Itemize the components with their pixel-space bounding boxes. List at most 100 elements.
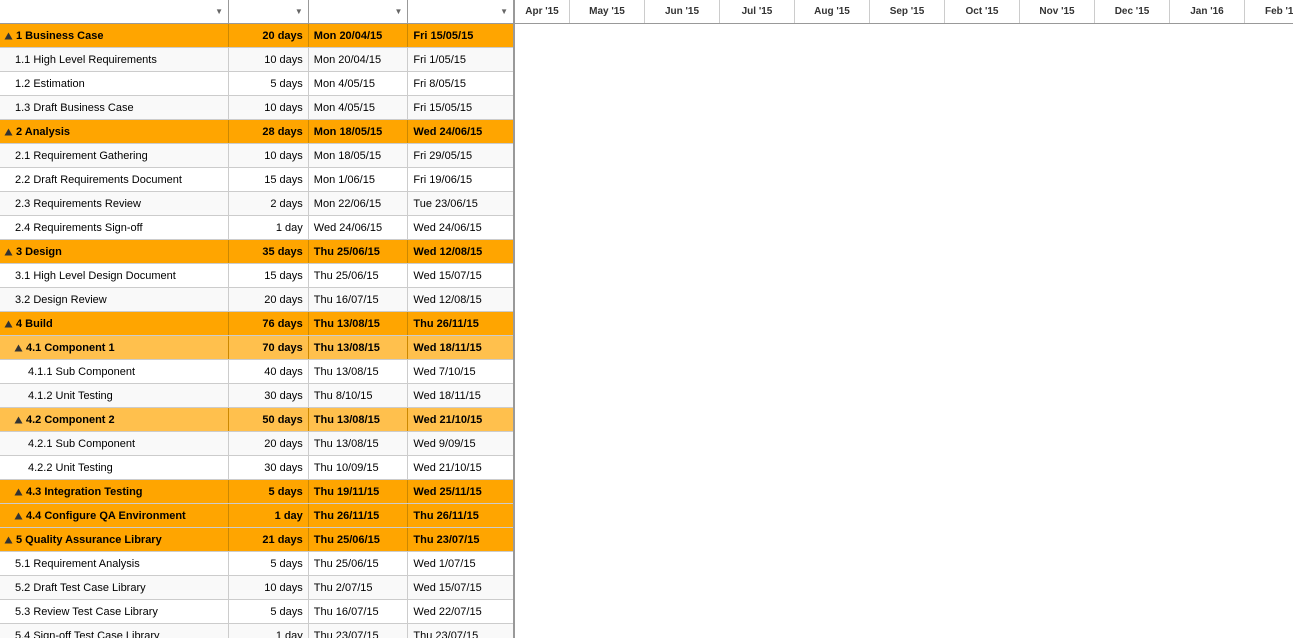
- month-header: Dec '15: [1095, 0, 1170, 23]
- table-section: ▼ ▼ ▼ ▼ 1 Business Case 20 days Mon 20/0…: [0, 0, 515, 638]
- table-row[interactable]: 4.1 Component 1 70 days Thu 13/08/15 Wed…: [0, 336, 513, 360]
- table-row[interactable]: 1.2 Estimation 5 days Mon 4/05/15 Fri 8/…: [0, 72, 513, 96]
- table-row[interactable]: 1.3 Draft Business Case 10 days Mon 4/05…: [0, 96, 513, 120]
- cell-duration: 20 days: [229, 24, 309, 47]
- month-header: Jun '15: [645, 0, 720, 23]
- cell-finish: Tue 23/06/15: [408, 192, 513, 215]
- cell-task: 4.1.2 Unit Testing: [0, 384, 229, 407]
- cell-start: Thu 13/08/15: [309, 336, 409, 359]
- cell-task: 1.3 Draft Business Case: [0, 96, 229, 119]
- table-row[interactable]: 5.1 Requirement Analysis 5 days Thu 25/0…: [0, 552, 513, 576]
- cell-finish: Wed 18/11/15: [408, 384, 513, 407]
- table-row[interactable]: 5 Quality Assurance Library 21 days Thu …: [0, 528, 513, 552]
- cell-finish: Wed 15/07/15: [408, 576, 513, 599]
- cell-start: Thu 16/07/15: [309, 600, 409, 623]
- cell-start: Thu 13/08/15: [309, 312, 409, 335]
- table-row[interactable]: 4.2.1 Sub Component 20 days Thu 13/08/15…: [0, 432, 513, 456]
- cell-duration: 70 days: [229, 336, 309, 359]
- cell-task: 2.2 Draft Requirements Document: [0, 168, 229, 191]
- month-header: Nov '15: [1020, 0, 1095, 23]
- table-row[interactable]: 2.3 Requirements Review 2 days Mon 22/06…: [0, 192, 513, 216]
- cell-start: Mon 1/06/15: [309, 168, 409, 191]
- cell-duration: 5 days: [229, 552, 309, 575]
- cell-task: 4.2.2 Unit Testing: [0, 456, 229, 479]
- cell-task: 4.2 Component 2: [0, 408, 229, 431]
- table-row[interactable]: 4.2 Component 2 50 days Thu 13/08/15 Wed…: [0, 408, 513, 432]
- cell-task: 5.1 Requirement Analysis: [0, 552, 229, 575]
- cell-duration: 15 days: [229, 168, 309, 191]
- cell-task: 2.4 Requirements Sign-off: [0, 216, 229, 239]
- duration-sort-icon[interactable]: ▼: [295, 7, 303, 16]
- cell-finish: Fri 8/05/15: [408, 72, 513, 95]
- table-row[interactable]: 3.2 Design Review 20 days Thu 16/07/15 W…: [0, 288, 513, 312]
- cell-duration: 2 days: [229, 192, 309, 215]
- cell-duration: 5 days: [229, 480, 309, 503]
- cell-duration: 1 day: [229, 504, 309, 527]
- table-row[interactable]: 4.3 Integration Testing 5 days Thu 19/11…: [0, 480, 513, 504]
- cell-start: Mon 22/06/15: [309, 192, 409, 215]
- cell-start: Thu 25/06/15: [309, 528, 409, 551]
- table-row[interactable]: 1.1 High Level Requirements 10 days Mon …: [0, 48, 513, 72]
- col-header-finish[interactable]: ▼: [408, 0, 513, 23]
- task-sort-icon[interactable]: ▼: [215, 7, 223, 16]
- cell-finish: Thu 26/11/15: [408, 312, 513, 335]
- cell-finish: Wed 9/09/15: [408, 432, 513, 455]
- cell-start: Thu 25/06/15: [309, 552, 409, 575]
- cell-finish: Wed 24/06/15: [408, 216, 513, 239]
- cell-finish: Fri 1/05/15: [408, 48, 513, 71]
- cell-task: 1.1 High Level Requirements: [0, 48, 229, 71]
- cell-finish: Wed 12/08/15: [408, 288, 513, 311]
- table-row[interactable]: 4.1.1 Sub Component 40 days Thu 13/08/15…: [0, 360, 513, 384]
- table-row[interactable]: 2 Analysis 28 days Mon 18/05/15 Wed 24/0…: [0, 120, 513, 144]
- table-row[interactable]: 5.4 Sign-off Test Case Library 1 day Thu…: [0, 624, 513, 638]
- month-header: Oct '15: [945, 0, 1020, 23]
- cell-finish: Fri 15/05/15: [408, 24, 513, 47]
- cell-task: 4.3 Integration Testing: [0, 480, 229, 503]
- cell-duration: 5 days: [229, 600, 309, 623]
- table-row[interactable]: 2.4 Requirements Sign-off 1 day Wed 24/0…: [0, 216, 513, 240]
- cell-duration: 10 days: [229, 144, 309, 167]
- cell-start: Thu 8/10/15: [309, 384, 409, 407]
- table-row[interactable]: 3.1 High Level Design Document 15 days T…: [0, 264, 513, 288]
- table-row[interactable]: 3 Design 35 days Thu 25/06/15 Wed 12/08/…: [0, 240, 513, 264]
- table-row[interactable]: 5.2 Draft Test Case Library 10 days Thu …: [0, 576, 513, 600]
- table-row[interactable]: 4 Build 76 days Thu 13/08/15 Thu 26/11/1…: [0, 312, 513, 336]
- cell-task: 2.1 Requirement Gathering: [0, 144, 229, 167]
- cell-start: Mon 4/05/15: [309, 72, 409, 95]
- col-header-task[interactable]: ▼: [0, 0, 229, 23]
- cell-start: Thu 23/07/15: [309, 624, 409, 638]
- gantt-section: Apr '15May '15Jun '15Jul '15Aug '15Sep '…: [515, 0, 1293, 638]
- finish-sort-icon[interactable]: ▼: [500, 7, 508, 16]
- cell-task: 3.2 Design Review: [0, 288, 229, 311]
- cell-duration: 35 days: [229, 240, 309, 263]
- table-row[interactable]: 2.1 Requirement Gathering 10 days Mon 18…: [0, 144, 513, 168]
- table-row[interactable]: 4.1.2 Unit Testing 30 days Thu 8/10/15 W…: [0, 384, 513, 408]
- col-header-duration[interactable]: ▼: [229, 0, 309, 23]
- cell-finish: Wed 25/11/15: [408, 480, 513, 503]
- month-header: Sep '15: [870, 0, 945, 23]
- start-sort-icon[interactable]: ▼: [394, 7, 402, 16]
- cell-finish: Wed 7/10/15: [408, 360, 513, 383]
- cell-finish: Wed 24/06/15: [408, 120, 513, 143]
- table-row[interactable]: 4.2.2 Unit Testing 30 days Thu 10/09/15 …: [0, 456, 513, 480]
- table-row[interactable]: 2.2 Draft Requirements Document 15 days …: [0, 168, 513, 192]
- cell-start: Wed 24/06/15: [309, 216, 409, 239]
- month-header: Apr '15: [515, 0, 570, 23]
- cell-finish: Fri 15/05/15: [408, 96, 513, 119]
- cell-duration: 10 days: [229, 576, 309, 599]
- cell-start: Thu 26/11/15: [309, 504, 409, 527]
- cell-task: 2.3 Requirements Review: [0, 192, 229, 215]
- cell-start: Thu 13/08/15: [309, 408, 409, 431]
- cell-start: Thu 13/08/15: [309, 360, 409, 383]
- cell-task: 5 Quality Assurance Library: [0, 528, 229, 551]
- table-row[interactable]: 1 Business Case 20 days Mon 20/04/15 Fri…: [0, 24, 513, 48]
- table-row[interactable]: 4.4 Configure QA Environment 1 day Thu 2…: [0, 504, 513, 528]
- col-header-start[interactable]: ▼: [309, 0, 409, 23]
- cell-finish: Fri 19/06/15: [408, 168, 513, 191]
- cell-duration: 15 days: [229, 264, 309, 287]
- cell-duration: 30 days: [229, 456, 309, 479]
- cell-task: 3.1 High Level Design Document: [0, 264, 229, 287]
- cell-duration: 10 days: [229, 96, 309, 119]
- cell-start: Thu 25/06/15: [309, 240, 409, 263]
- table-row[interactable]: 5.3 Review Test Case Library 5 days Thu …: [0, 600, 513, 624]
